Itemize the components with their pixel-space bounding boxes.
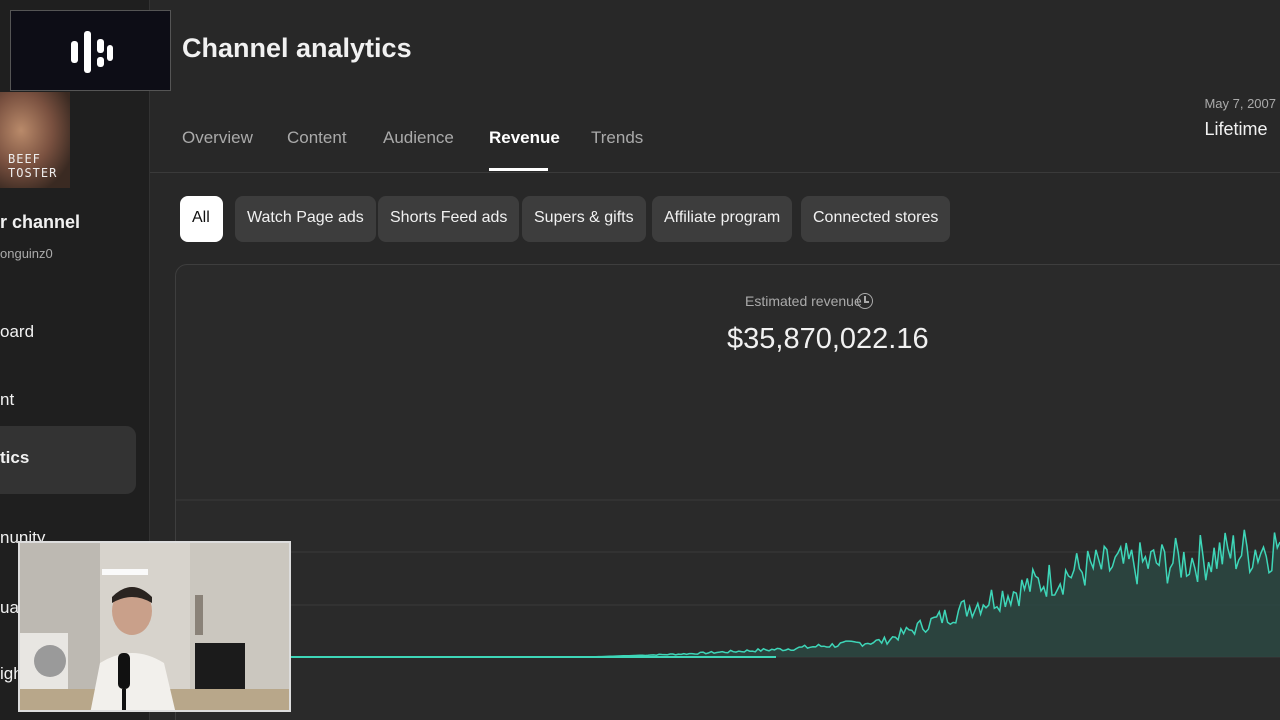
chip-affiliate-program[interactable]: Affiliate program	[652, 196, 793, 242]
webcam-feed-image	[20, 543, 289, 710]
channel-handle: onguinz0	[0, 246, 53, 261]
logo-mark-icon	[71, 31, 113, 73]
tab-content[interactable]: Content	[287, 128, 347, 148]
channel-avatar[interactable]: BEEF TOSTER	[0, 92, 70, 188]
chip-shorts-feed-ads[interactable]: Shorts Feed ads	[378, 196, 520, 242]
metric-label: Estimated revenue	[745, 293, 862, 309]
chip-supers-gifts[interactable]: Supers & gifts	[522, 196, 646, 242]
tabs-divider	[150, 172, 1280, 173]
chip-connected-stores[interactable]: Connected stores	[801, 196, 951, 242]
chart-area	[291, 529, 1280, 657]
chip-watch-page-ads[interactable]: Watch Page ads	[235, 196, 376, 242]
date-range-picker[interactable]: May 7, 2007 Lifetime	[1204, 96, 1276, 140]
tab-audience[interactable]: Audience	[383, 128, 454, 148]
chip-all[interactable]: All	[180, 196, 223, 242]
page-title: Channel analytics	[182, 33, 412, 63]
tab-overview[interactable]: Overview	[182, 128, 253, 148]
streamer-logo	[10, 10, 171, 91]
date-range-period: Lifetime	[1204, 119, 1268, 139]
clock-info-icon[interactable]	[857, 293, 873, 309]
active-tab-indicator	[489, 168, 548, 171]
your-channel-label: r channel	[0, 212, 81, 232]
webcam-overlay	[18, 541, 291, 712]
revenue-chart	[176, 499, 1280, 658]
date-range-start: May 7, 2007	[1204, 96, 1276, 111]
channel-art-text: BEEF TOSTER	[8, 152, 58, 180]
tab-revenue[interactable]: Revenue	[489, 128, 560, 148]
tab-trends[interactable]: Trends	[591, 128, 643, 148]
sidebar-item-analytics[interactable]: tics	[0, 426, 136, 494]
metric-value: $35,870,022.16	[727, 323, 929, 355]
sidebar-item-dashboard[interactable]: oard	[0, 300, 136, 368]
